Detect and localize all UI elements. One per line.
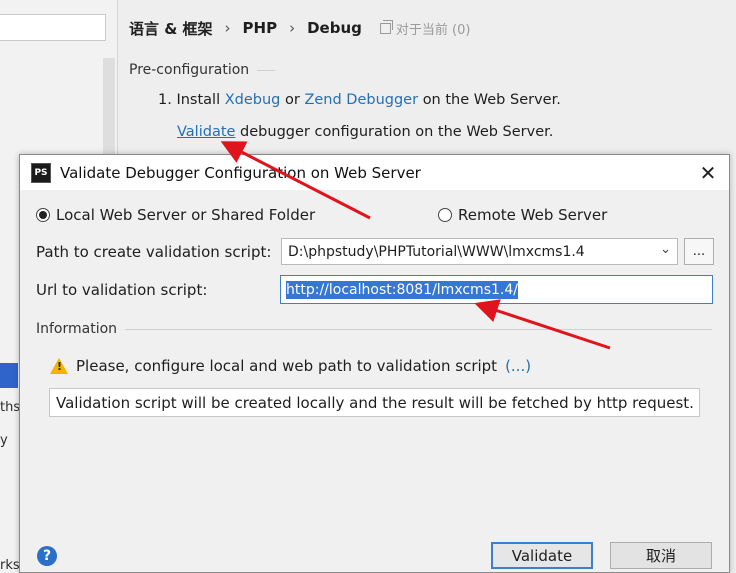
breadcrumb-separator: › (289, 19, 296, 37)
zend-debugger-link[interactable]: Zend Debugger (304, 92, 418, 108)
close-icon[interactable]: ✕ (695, 160, 721, 186)
preconfiguration-title: Pre-configuration (129, 62, 250, 78)
for-current-project-text: 对于当前 (0) (395, 22, 471, 38)
radio-local-label: Local Web Server or Shared Folder (56, 206, 316, 224)
dialog-title: Validate Debugger Configuration on Web S… (60, 163, 421, 182)
path-label: Path to create validation script: (36, 243, 272, 261)
for-current-project-label: 对于当前 (0) (379, 19, 471, 38)
divider (125, 328, 712, 330)
breadcrumb-separator: › (224, 19, 231, 37)
warning-icon (50, 358, 68, 374)
install-prefix: 1. Install (158, 92, 221, 108)
information-header: Information (36, 321, 712, 337)
path-value: D:\phpstudy\PHPTutorial\WWW\lmxcms1.4 (288, 243, 585, 260)
warning-details-link[interactable]: (...) (505, 357, 531, 375)
radio-local-web-server[interactable]: Local Web Server or Shared Folder (36, 206, 315, 224)
warning-text: Please, configure local and web path to … (76, 357, 498, 375)
help-button[interactable]: ? (37, 546, 57, 566)
radio-remote-web-server[interactable]: Remote Web Server (438, 206, 607, 224)
info-message-box: Validation script will be created locall… (49, 388, 700, 417)
settings-search-input[interactable] (0, 14, 106, 41)
install-suffix: on the Web Server. (422, 92, 561, 108)
information-title: Information (36, 321, 118, 337)
breadcrumb-item-php[interactable]: PHP (243, 19, 278, 37)
url-label: Url to validation script: (36, 281, 208, 299)
dialog-titlebar[interactable]: PS Validate Debugger Configuration on We… (20, 155, 729, 190)
radio-button-local[interactable] (36, 208, 50, 222)
install-instruction: 1. Install Xdebug or Zend Debugger on th… (158, 92, 561, 108)
validate-link[interactable]: Validate (177, 124, 235, 140)
preconfiguration-header: Pre-configuration (129, 61, 729, 79)
breadcrumb-item-languages[interactable]: 语言 & 框架 (129, 18, 213, 39)
path-select[interactable]: D:\phpstudy\PHPTutorial\WWW\lmxcms1.4 ⌄ (281, 238, 678, 265)
cancel-button[interactable]: 取消 (610, 542, 712, 569)
validate-debugger-dialog: PS Validate Debugger Configuration on We… (19, 154, 730, 573)
breadcrumb-item-debug: Debug (307, 19, 362, 37)
info-text: Validation script will be created locall… (56, 393, 694, 412)
validate-button[interactable]: Validate (491, 542, 593, 569)
radio-button-remote[interactable] (438, 208, 452, 222)
chevron-down-icon[interactable]: ⌄ (660, 242, 671, 257)
radio-selected-dot (39, 211, 47, 219)
divider (257, 69, 276, 71)
browse-button[interactable]: ... (684, 238, 714, 265)
url-value: http://localhost:8081/lmxcms1.4/ (286, 280, 518, 299)
breadcrumb: 语言 & 框架 › PHP › Debug 对于当前 (0) (129, 16, 470, 40)
copy-icon (379, 19, 393, 34)
settings-tree-selected-item[interactable] (0, 363, 18, 388)
validate-instruction: Validate debugger configuration on the W… (177, 124, 553, 140)
phpstorm-icon: PS (31, 162, 51, 183)
url-input[interactable]: http://localhost:8081/lmxcms1.4/ (280, 275, 713, 304)
validate-suffix: debugger configuration on the Web Server… (240, 124, 554, 140)
xdebug-link[interactable]: Xdebug (225, 92, 281, 108)
radio-remote-label: Remote Web Server (458, 206, 608, 224)
warning-message: Please, configure local and web path to … (50, 357, 531, 375)
install-or: or (284, 92, 300, 108)
